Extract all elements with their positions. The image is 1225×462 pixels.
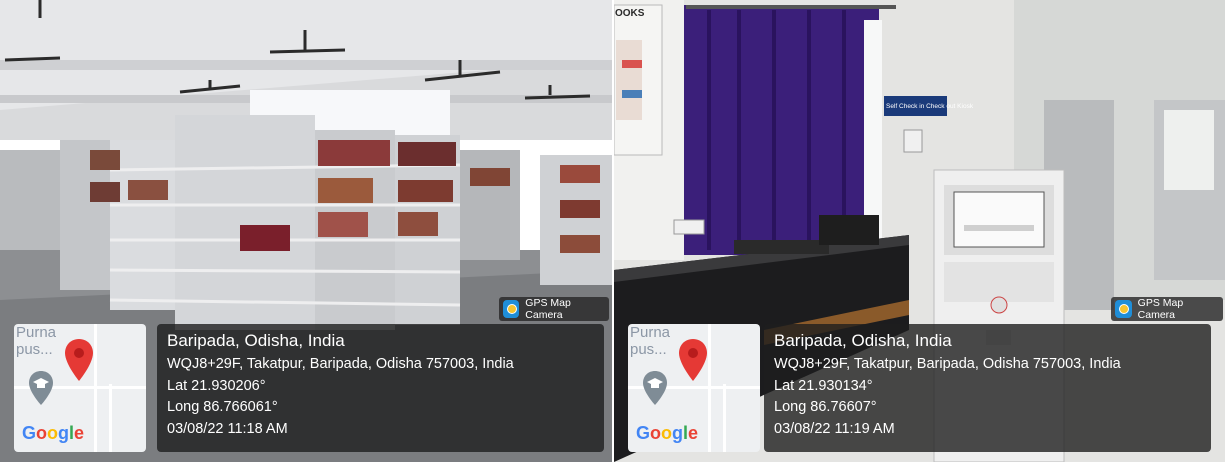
university-marker-icon: [29, 371, 53, 405]
google-logo: Google: [22, 423, 85, 443]
geotagged-photo-collage: GPS Map Camera Purna pus... Google Barip…: [0, 0, 1225, 462]
latitude: Lat 21.930134°: [774, 377, 873, 394]
gps-map-camera-badge: GPS Map Camera: [1111, 297, 1223, 321]
map-thumbnail: Purna pus... Google: [14, 324, 146, 452]
place-name: Baripada, Odisha, India: [774, 331, 952, 350]
gps-map-camera-icon: [503, 300, 520, 318]
map-road: [723, 384, 726, 452]
address: WQJ8+29F, Takatpur, Baripada, Odisha 757…: [167, 356, 514, 372]
map-road: [708, 324, 711, 452]
longitude: Long 86.766061°: [167, 399, 278, 415]
gps-map-camera-icon: [1115, 300, 1132, 318]
map-thumbnail: Purna pus... Google: [628, 324, 760, 452]
latitude: Lat 21.930206°: [167, 377, 266, 394]
address: WQJ8+29F, Takatpur, Baripada, Odisha 757…: [774, 356, 1121, 372]
university-marker-icon: [643, 371, 667, 405]
books-sign: OOKS: [615, 8, 645, 19]
place-name: Baripada, Odisha, India: [167, 331, 345, 350]
map-road: [94, 324, 97, 452]
badge-label: GPS Map Camera: [525, 297, 571, 321]
longitude: Long 86.76607°: [774, 399, 877, 415]
gps-map-camera-badge: GPS Map Camera: [499, 297, 609, 321]
location-info-panel: Baripada, Odisha, India WQJ8+29F, Takatp…: [157, 324, 604, 452]
photo-library-shelves: GPS Map Camera Purna pus... Google Barip…: [0, 0, 612, 462]
location-pin-icon: [679, 339, 707, 381]
kiosk-sign: Self Check in Check out Kiosk: [886, 103, 974, 110]
photo-checkout-kiosk: OOKS Self Check in Check out Kiosk GPS M…: [614, 0, 1225, 462]
location-info-panel: Baripada, Odisha, India WQJ8+29F, Takatp…: [764, 324, 1211, 452]
datetime: 03/08/22 11:18 AM: [167, 420, 288, 437]
map-road: [109, 384, 112, 452]
map-partial-label: Purna pus...: [16, 324, 57, 358]
datetime: 03/08/22 11:19 AM: [774, 420, 895, 437]
badge-label: GPS Map Camera: [1137, 297, 1184, 321]
location-pin-icon: [65, 339, 93, 381]
google-logo: Google: [636, 423, 699, 443]
map-partial-label: Purna pus...: [630, 324, 671, 358]
